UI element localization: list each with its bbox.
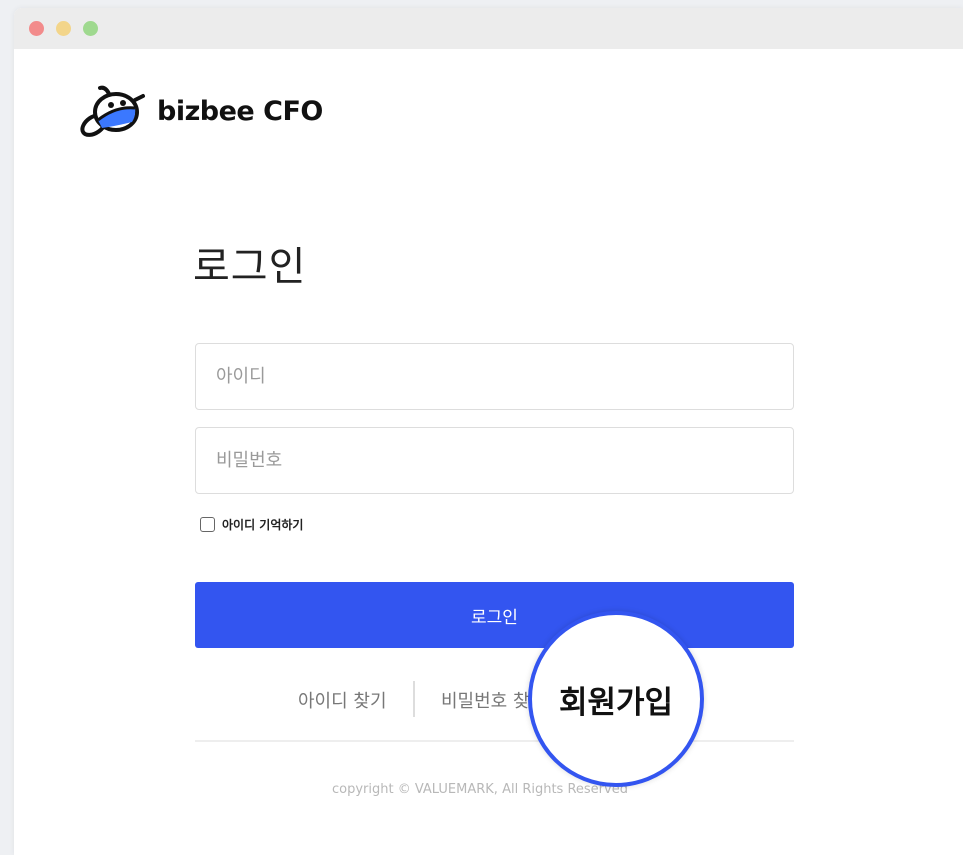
page-title: 로그인 [193, 244, 307, 290]
id-input[interactable] [195, 343, 794, 410]
window-titlebar [14, 8, 963, 49]
remember-id-label: 아이디 기억하기 [222, 518, 304, 532]
brand-name: bizbee CFO [157, 96, 323, 127]
find-id-link[interactable]: 아이디 찾기 [298, 687, 387, 713]
copyright-text: copyright © VALUEMARK, All Rights Reserv… [332, 782, 628, 797]
browser-window: bizbee CFO 로그인 아이디 기억하기 로그인 아이디 찾기 비밀번호 … [14, 8, 963, 855]
footer-divider [195, 740, 794, 742]
maximize-window-button[interactable] [83, 21, 98, 36]
minimize-window-button[interactable] [56, 21, 71, 36]
close-window-button[interactable] [29, 21, 44, 36]
link-divider [413, 681, 415, 717]
remember-id-checkbox[interactable] [200, 517, 215, 532]
login-button[interactable]: 로그인 [195, 582, 794, 648]
remember-id-option[interactable]: 아이디 기억하기 [200, 516, 303, 533]
signup-label: 회원가입 [558, 684, 674, 721]
signup-button[interactable]: 회원가입 [528, 611, 704, 787]
password-input[interactable] [195, 427, 794, 494]
bee-icon [80, 85, 145, 137]
